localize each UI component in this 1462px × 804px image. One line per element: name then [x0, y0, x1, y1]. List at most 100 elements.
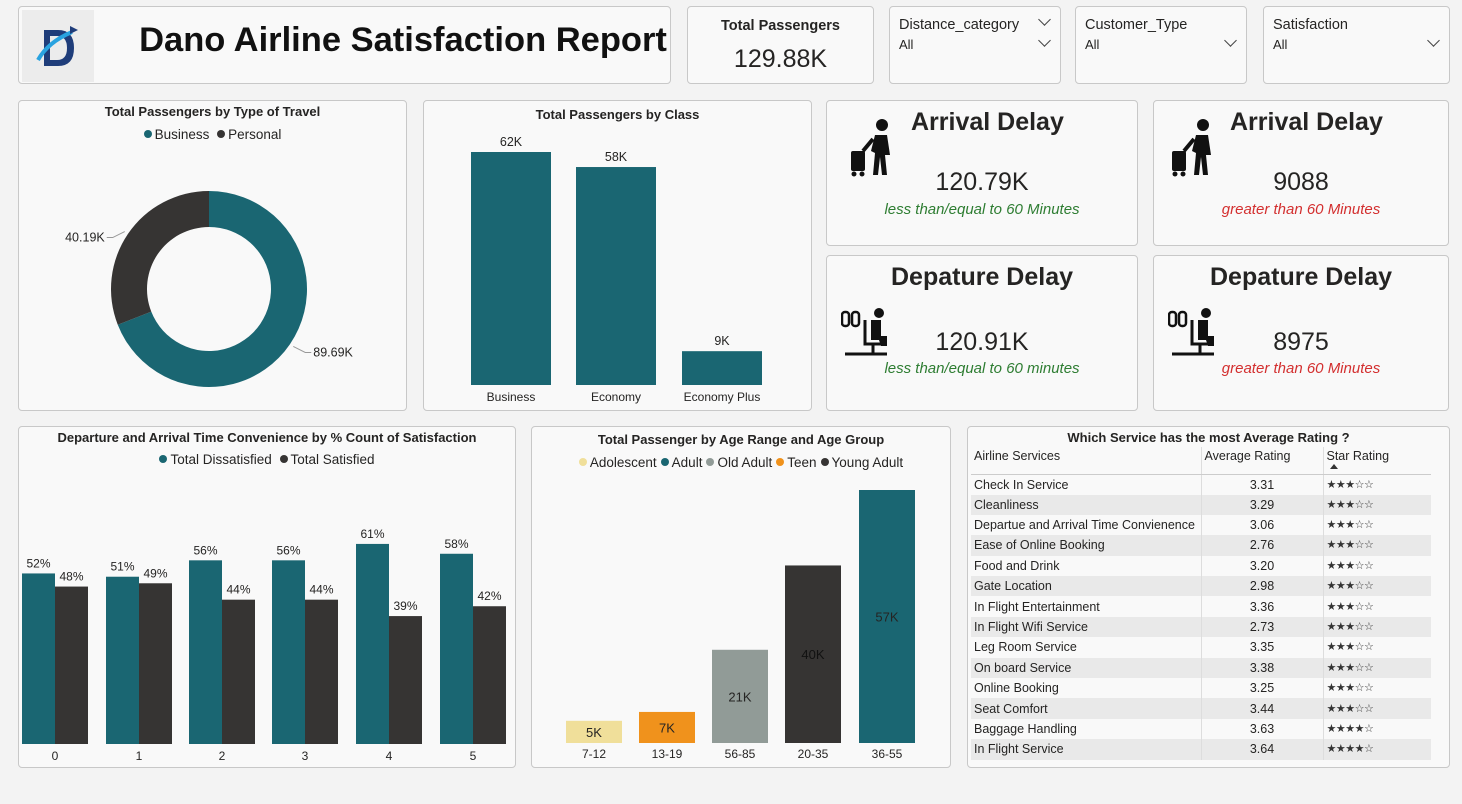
service-name-cell: In Flight Entertainment — [971, 596, 1202, 617]
bar-data-label: 9K — [714, 334, 730, 348]
x-tick-label: Economy — [591, 390, 641, 404]
table-row[interactable]: Gate Location 2.98 ★★★☆☆ — [971, 576, 1431, 597]
delay-value: 120.79K — [935, 168, 1029, 196]
average-rating-cell: 2.98 — [1201, 576, 1324, 597]
bar-data-label: 39% — [393, 599, 417, 613]
slice-data-label: 40.19K — [65, 231, 105, 245]
star-rating-cell: ★★★☆☆ — [1326, 702, 1374, 715]
table-row[interactable]: Cleanliness 3.29 ★★★☆☆ — [971, 494, 1431, 515]
slicer-label: Customer_Type — [1085, 17, 1188, 33]
bar-economy-plus[interactable] — [682, 351, 762, 385]
delay-subtitle: greater than 60 Minutes — [1221, 360, 1381, 377]
bar-satisfied-2[interactable] — [222, 599, 255, 744]
bar-dissatisfied-3[interactable] — [272, 560, 305, 744]
donut-slice-personal[interactable] — [111, 191, 209, 325]
table-row[interactable]: Check In Service 3.31 ★★★☆☆ — [971, 474, 1431, 495]
leader-line — [293, 346, 312, 353]
delay-title: Depature Delay — [890, 263, 1074, 291]
table-row[interactable]: In Flight Wifi Service 2.73 ★★★☆☆ — [971, 616, 1431, 638]
average-rating-cell: 2.73 — [1201, 616, 1324, 638]
table-row[interactable]: Ease of Online Booking 2.76 ★★★☆☆ — [971, 535, 1431, 556]
star-rating-cell: ★★★☆☆ — [1326, 661, 1374, 674]
slicer-customer-type[interactable]: Customer_Type All — [1075, 6, 1247, 84]
slicer-distance-category[interactable]: Distance_category All — [889, 6, 1061, 84]
service-name-cell: Seat Comfort — [971, 698, 1202, 719]
star-rating-cell: ★★★☆☆ — [1326, 580, 1374, 593]
table-row[interactable]: In Flight Entertainment 3.36 ★★★☆☆ — [971, 596, 1431, 617]
sort-ascending-icon[interactable] — [1330, 464, 1338, 469]
star-rating-cell: ★★★☆☆ — [1326, 498, 1374, 511]
bar-business[interactable] — [471, 152, 551, 385]
star-rating-cell: ★★★☆☆ — [1326, 600, 1374, 613]
bar-data-label: 62K — [500, 135, 523, 149]
class-bar-plot: 62K Business 58K Economy 9K Economy Plus — [471, 135, 762, 404]
column-header-service[interactable]: Airline Services — [971, 447, 1202, 475]
bar-satisfied-3[interactable] — [305, 599, 338, 744]
x-tick-label: 2 — [219, 749, 226, 763]
bar-data-label: 56% — [276, 543, 300, 557]
table-row[interactable]: Food and Drink 3.20 ★★★☆☆ — [971, 555, 1431, 577]
bar-dissatisfied-1[interactable] — [106, 576, 139, 744]
bar-satisfied-0[interactable] — [55, 586, 88, 744]
star-rating-cell: ★★★☆☆ — [1326, 641, 1374, 654]
star-rating-cell: ★★★☆☆ — [1326, 519, 1374, 532]
slicer-label: Distance_category — [899, 17, 1020, 33]
service-name-cell: Online Booking — [971, 678, 1202, 699]
table-row[interactable]: On board Service 3.38 ★★★☆☆ — [971, 657, 1431, 679]
age-range-chart: Total Passenger by Age Range and Age Gro… — [531, 426, 951, 768]
column-header-rating[interactable]: Average Rating — [1201, 447, 1324, 475]
average-rating-cell: 3.06 — [1201, 514, 1324, 536]
column-header-stars[interactable]: Star Rating — [1323, 447, 1431, 475]
total-passengers-label: Total Passengers — [720, 18, 840, 34]
table-row[interactable]: Leg Room Service 3.35 ★★★☆☆ — [971, 637, 1431, 658]
bar-dissatisfied-2[interactable] — [189, 560, 222, 744]
total-passengers-value: 129.88K — [733, 45, 828, 73]
departure-delay-bad-card: Depature Delay 8975 greater than 60 Minu… — [1153, 255, 1449, 411]
table-row[interactable]: Departue and Arrival Time Convienence 3.0… — [971, 514, 1431, 536]
service-name-cell: Baggage Handling — [971, 718, 1202, 740]
x-tick-label: Economy Plus — [684, 390, 761, 404]
service-name-cell: Gate Location — [971, 576, 1202, 597]
bar-data-label: 51% — [110, 560, 134, 574]
average-rating-cell: 3.35 — [1201, 637, 1324, 658]
dropdown-chevron-icon[interactable] — [1038, 34, 1051, 47]
slicer-satisfaction[interactable]: Satisfaction All — [1263, 6, 1450, 84]
x-tick-label: 36-55 — [872, 747, 903, 761]
airline-logo — [22, 10, 94, 82]
dropdown-chevron-icon[interactable] — [1224, 34, 1237, 47]
bar-dissatisfied-5[interactable] — [440, 553, 473, 744]
average-rating-cell: 2.76 — [1201, 535, 1324, 556]
dropdown-chevron-icon[interactable] — [1427, 34, 1440, 47]
x-tick-label: 7-12 — [582, 747, 606, 761]
service-name-cell: On board Service — [971, 657, 1202, 679]
table-title: Which Service has the most Average Ratin… — [1067, 430, 1350, 445]
average-rating-cell: 3.44 — [1201, 698, 1324, 719]
collapse-chevron-icon[interactable] — [1038, 13, 1051, 26]
slicer-label: Satisfaction — [1273, 17, 1348, 33]
bar-satisfied-1[interactable] — [139, 583, 172, 744]
table-row[interactable]: Baggage Handling 3.63 ★★★★☆ — [971, 718, 1431, 740]
age-bar-plot: 5K 7-12 7K 13-19 21K 56-85 40K 20-35 57K 36-55 — [566, 490, 915, 761]
bar-economy[interactable] — [576, 167, 656, 385]
bar-data-label: 61% — [360, 527, 384, 541]
slicer-selected-value[interactable]: All — [1273, 37, 1287, 52]
service-name-cell: Check In Service — [971, 474, 1202, 495]
type-of-travel-chart: Total Passengers by Type of Travel Busin… — [18, 100, 407, 411]
slicer-selected-value[interactable]: All — [1085, 37, 1099, 52]
average-rating-cell: 3.63 — [1201, 718, 1324, 740]
bar-data-label: 44% — [309, 583, 333, 597]
table-row[interactable]: In Flight Service 3.64 ★★★★☆ — [971, 739, 1431, 760]
bar-satisfied-5[interactable] — [473, 606, 506, 744]
table-row[interactable]: Online Booking 3.25 ★★★☆☆ — [971, 678, 1431, 699]
star-rating-cell: ★★★☆☆ — [1326, 682, 1374, 695]
service-rating-table-card: Which Service has the most Average Ratin… — [967, 426, 1450, 768]
service-name-cell: Ease of Online Booking — [971, 535, 1202, 556]
bar-satisfied-4[interactable] — [389, 616, 422, 744]
service-name-cell: In Flight Service — [971, 739, 1202, 760]
bar-dissatisfied-4[interactable] — [356, 543, 389, 744]
table-row[interactable]: Seat Comfort 3.44 ★★★☆☆ — [971, 698, 1431, 719]
delay-subtitle: less than/equal to 60 Minutes — [884, 201, 1080, 218]
donut-chart-plot: 89.69K 40.19K — [65, 191, 354, 388]
slicer-selected-value[interactable]: All — [899, 37, 913, 52]
bar-dissatisfied-0[interactable] — [22, 573, 55, 744]
